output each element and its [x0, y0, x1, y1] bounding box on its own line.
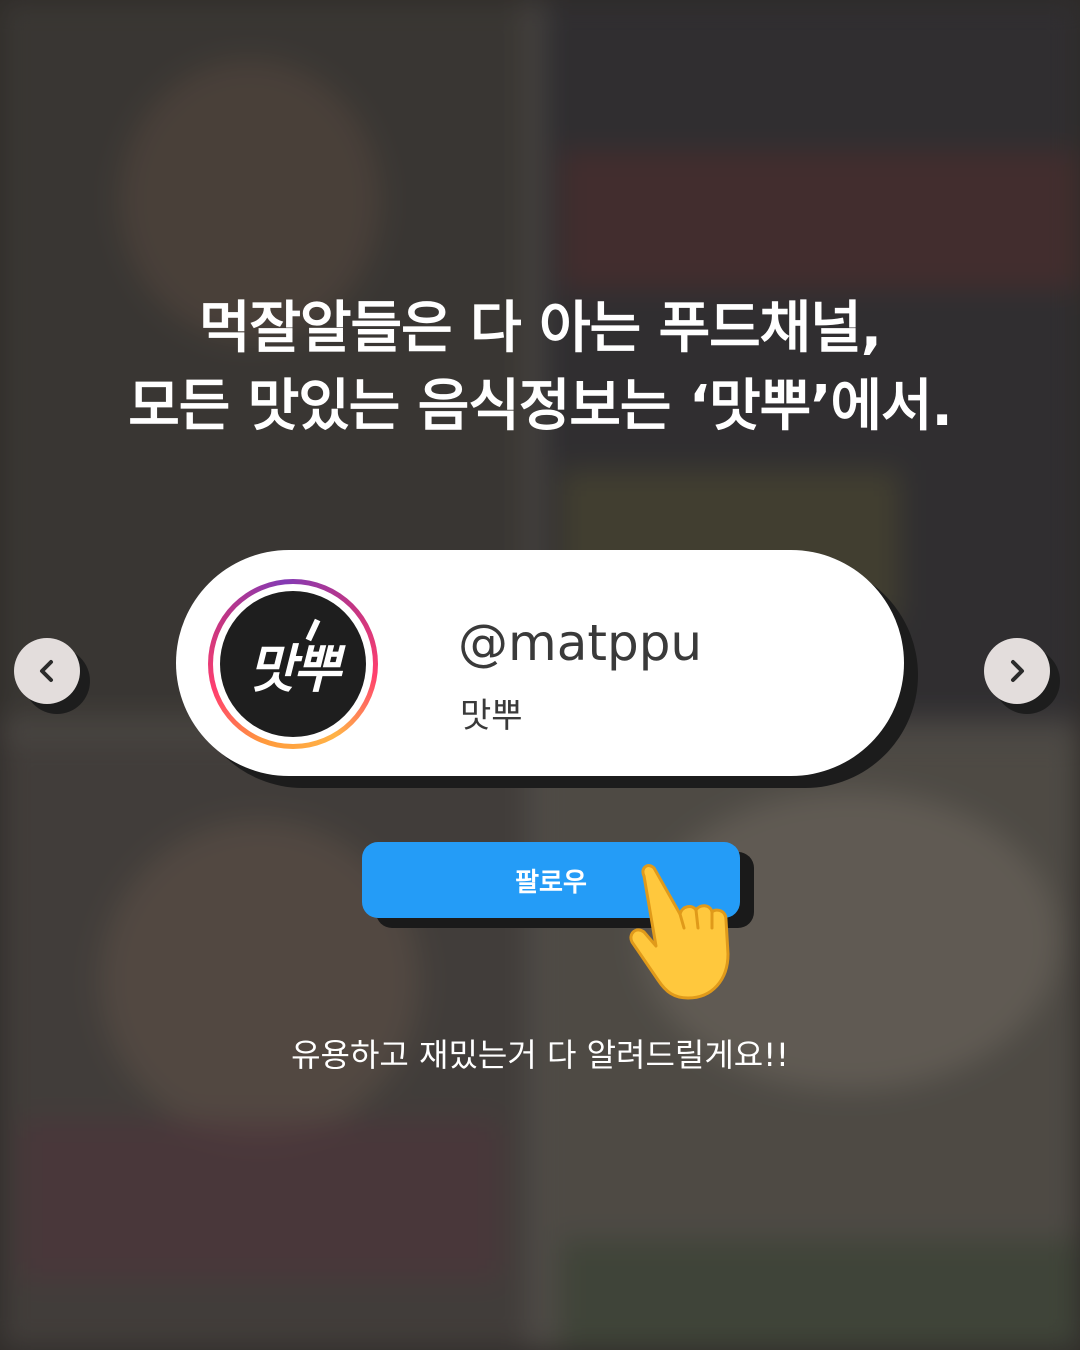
prev-button[interactable] — [14, 638, 80, 704]
next-button[interactable] — [984, 638, 1050, 704]
caption-text: 유용하고 재밌는거 다 알려드릴게요!! — [291, 1036, 789, 1074]
profile-handle: @matppu — [458, 614, 703, 672]
avatar-logo-text: 맛뿌 — [248, 639, 341, 700]
profile-display-name: 맛뿌 — [460, 696, 523, 736]
chevron-right-icon — [1011, 660, 1024, 682]
headline-line-1: 먹잘알들은 다 아는 푸드채널, — [198, 296, 882, 361]
follow-button-label: 팔로우 — [515, 867, 587, 898]
headline: 먹잘알들은 다 아는 푸드채널, 모든 맛있는 음식정보는 ‘맛뿌’에서. — [0, 290, 1080, 446]
headline-line-2: 모든 맛있는 음식정보는 ‘맛뿌’에서. — [128, 374, 953, 439]
chevron-left-icon — [40, 660, 53, 682]
pointing-hand-icon — [629, 864, 730, 1000]
avatar[interactable]: 맛뿌 — [220, 591, 366, 737]
